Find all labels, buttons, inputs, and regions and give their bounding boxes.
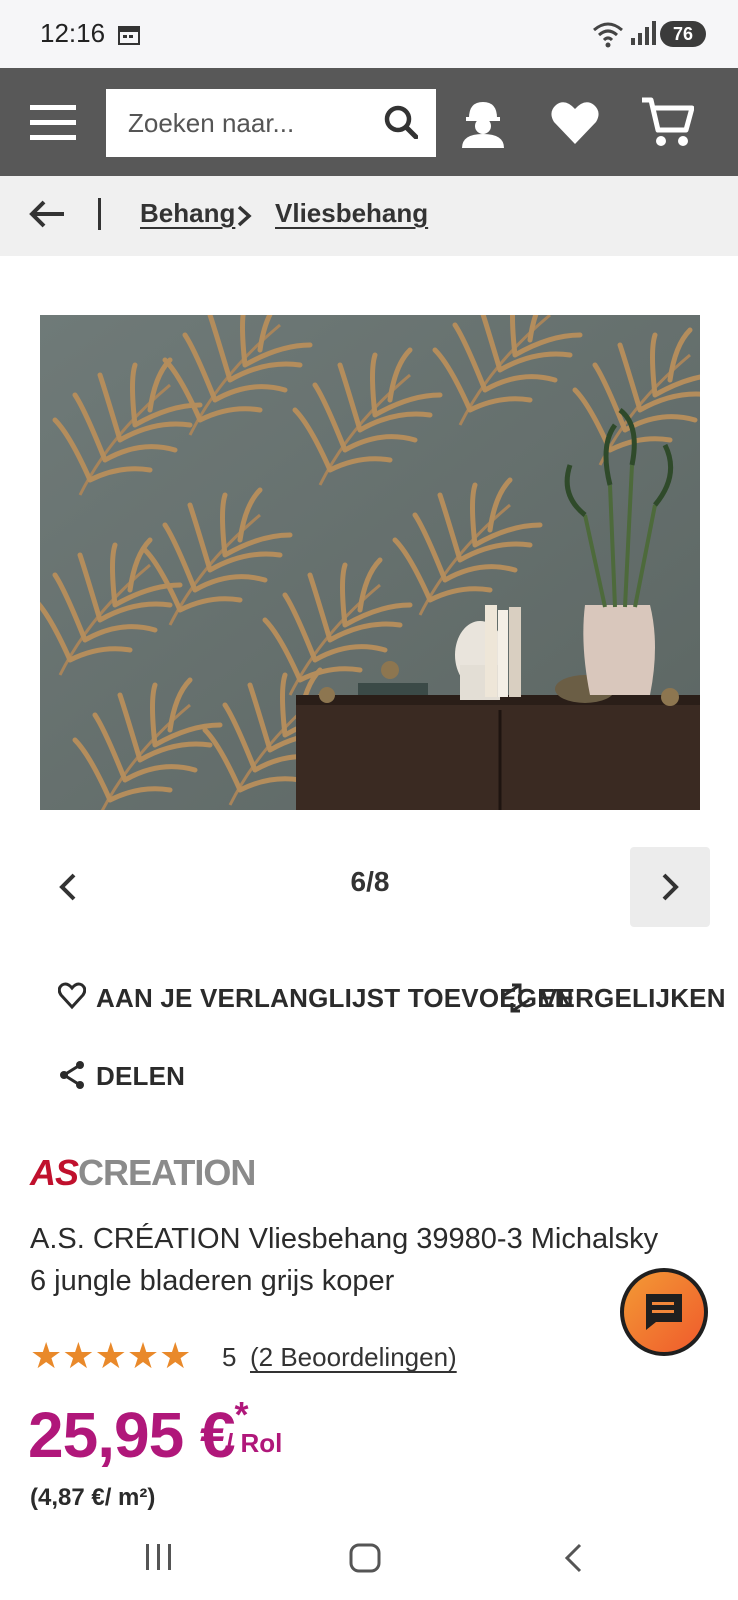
product-price: 25,95 €* xyxy=(28,1394,249,1472)
heart-outline-icon xyxy=(58,982,86,1010)
breadcrumb-separator xyxy=(98,198,101,230)
battery-indicator: 76 xyxy=(660,21,706,47)
chevron-right-icon xyxy=(237,205,252,227)
account-worker-icon[interactable] xyxy=(456,98,510,148)
chevron-left-icon xyxy=(59,873,76,901)
reviews-link[interactable]: (2 Beoordelingen) xyxy=(250,1342,457,1373)
menu-icon[interactable] xyxy=(30,103,76,143)
product-title: A.S. CRÉATION Vliesbehang 39980-3 Michal… xyxy=(30,1223,659,1297)
chat-icon xyxy=(646,1294,682,1330)
gallery-next-button[interactable] xyxy=(630,847,710,927)
brand-logo[interactable]: ASCREATION xyxy=(30,1152,256,1194)
star-icon: ★ xyxy=(126,1335,160,1376)
chevron-right-icon xyxy=(662,873,679,901)
cart-icon[interactable] xyxy=(640,96,694,150)
chat-button[interactable] xyxy=(620,1268,708,1356)
star-icon: ★ xyxy=(94,1335,127,1376)
search-box xyxy=(106,89,436,157)
search-input[interactable] xyxy=(106,89,390,157)
signal-icon xyxy=(631,21,656,45)
price-per-sqm: (4,87 €/ m²) xyxy=(30,1484,156,1511)
rating-stars: ★★★★★ xyxy=(30,1338,191,1374)
price-unit: / Rol xyxy=(226,1428,283,1458)
compare-label: VERGELIJKEN xyxy=(540,983,726,1013)
back-arrow-icon[interactable] xyxy=(28,199,66,229)
breadcrumb-behang[interactable]: Behang xyxy=(140,198,235,229)
rating-value: 5 xyxy=(222,1342,237,1372)
share-button[interactable]: DELEN xyxy=(58,1060,185,1094)
breadcrumb-vliesbehang[interactable]: Vliesbehang xyxy=(275,198,428,229)
calendar-icon xyxy=(118,26,140,45)
add-to-wishlist-button[interactable]: AAN JE VERLANGLIJST TOEVOEGEN xyxy=(58,982,574,1016)
gallery-prev-button[interactable] xyxy=(40,850,100,924)
status-bar: 12:16 76 xyxy=(0,0,738,68)
wallpaper-photo xyxy=(40,315,700,810)
system-nav-bar xyxy=(0,1520,738,1600)
home-icon[interactable] xyxy=(348,1542,382,1574)
star-icon: ★ xyxy=(30,1335,63,1376)
heart-icon[interactable] xyxy=(550,100,600,146)
star-icon: ★ xyxy=(62,1335,95,1376)
share-icon xyxy=(60,1061,84,1089)
gallery-counter: 6/8 xyxy=(350,866,390,897)
breadcrumb: Behang Vliesbehang xyxy=(0,176,738,256)
share-label: DELEN xyxy=(96,1061,186,1091)
price-value: 25,95 € xyxy=(28,1399,236,1471)
status-time: 12:16 xyxy=(40,18,106,48)
recent-apps-icon[interactable] xyxy=(142,1542,176,1572)
search-icon[interactable] xyxy=(384,105,418,139)
brand-logo-as: AS xyxy=(30,1152,79,1193)
system-back-icon[interactable] xyxy=(562,1542,586,1574)
star-icon: ★ xyxy=(159,1335,192,1376)
wifi-icon xyxy=(593,22,623,48)
brand-logo-creation: CREATION xyxy=(78,1152,256,1193)
compare-arrows-icon xyxy=(502,983,530,1013)
compare-button[interactable]: VERGELIJKEN xyxy=(500,982,725,1016)
product-image[interactable] xyxy=(40,315,700,810)
top-header xyxy=(0,68,738,176)
